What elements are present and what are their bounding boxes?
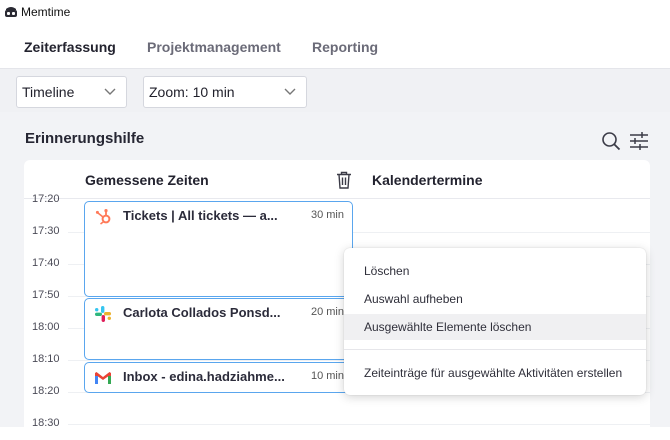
- column-header-measured: Gemessene Zeiten: [85, 172, 209, 188]
- gmail-icon: [95, 372, 111, 384]
- time-entry[interactable]: Tickets | All tickets — a... 30 min: [84, 201, 353, 297]
- filter-settings-icon[interactable]: [629, 131, 649, 151]
- menu-item-deselect[interactable]: Auswahl aufheben: [344, 286, 646, 312]
- view-select-value: Timeline: [22, 84, 75, 100]
- time-label: 17:40: [32, 257, 60, 269]
- chevron-down-icon: [284, 88, 296, 95]
- main-navigation: Zeiterfassung Projektmanagement Reportin…: [0, 24, 670, 68]
- time-label: 17:20: [32, 193, 60, 205]
- view-select[interactable]: Timeline: [16, 76, 127, 108]
- menu-divider: [344, 349, 646, 350]
- entry-title: Tickets | All tickets — a...: [123, 208, 278, 223]
- header-divider: [24, 198, 650, 199]
- entry-duration: 20 min: [310, 306, 344, 318]
- window-title: Memtime: [21, 5, 71, 19]
- zoom-select-value: Zoom: 10 min: [149, 84, 235, 100]
- tab-zeiterfassung[interactable]: Zeiterfassung: [24, 39, 116, 55]
- time-label: 18:30: [32, 417, 60, 429]
- time-label: 17:50: [32, 289, 60, 301]
- time-label: 18:00: [32, 321, 60, 333]
- hubspot-icon: [95, 209, 111, 225]
- entry-duration: 30 min: [310, 209, 344, 221]
- time-entry[interactable]: Carlota Collados Ponsd... 20 min: [84, 298, 353, 360]
- entry-title: Inbox - edina.hadziahme...: [123, 369, 285, 384]
- trash-icon[interactable]: [336, 171, 352, 189]
- zoom-select[interactable]: Zoom: 10 min: [143, 76, 307, 108]
- tab-reporting[interactable]: Reporting: [312, 39, 378, 55]
- context-menu: Löschen Auswahl aufheben Ausgewählte Ele…: [344, 248, 646, 395]
- column-header-calendar: Kalendertermine: [372, 172, 483, 188]
- chevron-down-icon: [104, 88, 116, 95]
- time-entry[interactable]: Inbox - edina.hadziahme... 10 min: [84, 362, 353, 393]
- menu-item-delete[interactable]: Löschen: [344, 258, 646, 284]
- tab-projektmanagement[interactable]: Projektmanagement: [147, 39, 281, 55]
- search-icon[interactable]: [601, 131, 621, 151]
- time-label: 18:20: [32, 385, 60, 397]
- memtime-logo-icon: [5, 7, 17, 17]
- entry-title: Carlota Collados Ponsd...: [123, 305, 281, 320]
- slack-icon: [95, 306, 111, 322]
- toolbar: Timeline Zoom: 10 min: [0, 68, 670, 112]
- time-label: 17:30: [32, 225, 60, 237]
- grid-line: [68, 424, 650, 425]
- time-label: 18:10: [32, 353, 60, 365]
- title-bar: Memtime: [0, 0, 670, 24]
- menu-item-create-entries[interactable]: Zeiteinträge für ausgewählte Aktivitäten…: [344, 360, 646, 386]
- entry-duration: 10 min: [310, 370, 344, 382]
- section-title: Erinnerungshilfe: [25, 130, 145, 147]
- menu-item-delete-selected[interactable]: Ausgewählte Elemente löschen: [344, 314, 646, 340]
